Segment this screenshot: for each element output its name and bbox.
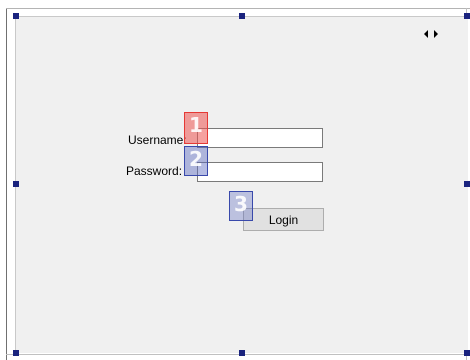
arrow-left-icon[interactable] bbox=[424, 30, 428, 38]
arrow-right-icon[interactable] bbox=[434, 30, 438, 38]
frame-border-bottom bbox=[6, 354, 470, 355]
resize-handle-middle-left[interactable] bbox=[13, 181, 19, 187]
resize-handle-top-center[interactable] bbox=[239, 13, 245, 19]
marker-badge-1: 1 bbox=[184, 112, 208, 144]
resize-handle-top-right[interactable] bbox=[464, 13, 470, 19]
frame-border-left bbox=[6, 8, 7, 360]
username-input[interactable] bbox=[197, 128, 323, 148]
marker-badge-2: 2 bbox=[184, 146, 208, 176]
login-button[interactable]: Login bbox=[243, 208, 324, 231]
resize-handle-bottom-center[interactable] bbox=[239, 350, 245, 356]
resize-handle-bottom-left[interactable] bbox=[13, 350, 19, 356]
marker-number: 1 bbox=[189, 113, 203, 137]
password-input[interactable] bbox=[197, 162, 323, 182]
marker-number: 2 bbox=[189, 147, 203, 171]
scroll-arrows bbox=[424, 28, 448, 40]
password-label: Password: bbox=[126, 164, 183, 178]
username-label: Username: bbox=[128, 133, 187, 147]
resize-handle-bottom-right[interactable] bbox=[464, 350, 470, 356]
resize-handle-top-left[interactable] bbox=[13, 13, 19, 19]
designer-canvas: Username: Password: Login 1 2 3 bbox=[0, 0, 470, 360]
resize-handle-middle-right[interactable] bbox=[464, 181, 470, 187]
marker-number: 3 bbox=[234, 192, 248, 216]
form-design-surface[interactable] bbox=[15, 16, 468, 353]
frame-border-top bbox=[6, 8, 470, 9]
marker-badge-3: 3 bbox=[229, 191, 253, 221]
